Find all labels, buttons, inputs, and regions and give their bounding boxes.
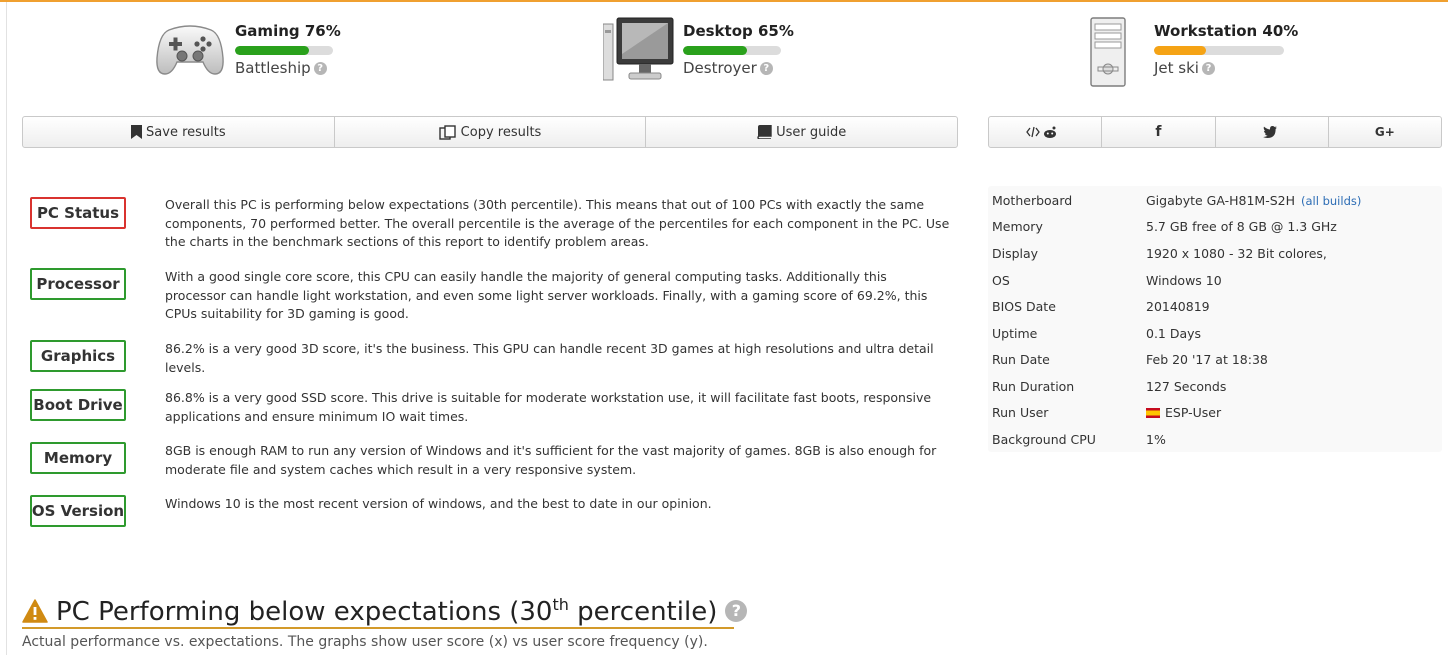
spec-value: Gigabyte GA-H81M-S2H (all builds) xyxy=(1146,193,1361,208)
spec-value: Feb 20 '17 at 18:38 xyxy=(1146,352,1268,367)
copy-results-label: Copy results xyxy=(460,124,542,140)
spec-label: BIOS Date xyxy=(992,299,1056,314)
desktop-score-tile: Desktop 65% Destroyer? xyxy=(603,14,803,94)
spec-label: Background CPU xyxy=(992,432,1096,447)
book-icon xyxy=(757,125,772,139)
all-builds-link[interactable]: (all builds) xyxy=(1301,194,1361,208)
os-version-badge: OS Version xyxy=(30,495,126,527)
spec-value: ESP-User xyxy=(1146,405,1221,420)
user-guide-button[interactable]: User guide xyxy=(646,117,957,147)
share-twitter-button[interactable] xyxy=(1216,117,1329,147)
help-icon[interactable]: ? xyxy=(725,600,748,622)
spec-value: Windows 10 xyxy=(1146,273,1222,288)
memory-description: 8GB is enough RAM to run any version of … xyxy=(165,443,937,477)
processor-badge: Processor xyxy=(30,268,126,300)
gaming-score-tile: Gaming 76% Battleship? xyxy=(155,14,355,94)
memory-badge: Memory xyxy=(30,442,126,474)
pc-status-description: Overall this PC is performing below expe… xyxy=(165,197,950,249)
heading-part-post: percentile) xyxy=(568,597,718,627)
copy-icon xyxy=(438,124,456,140)
graphics-badge: Graphics xyxy=(30,340,126,372)
desktop-nickname: Destroyer? xyxy=(683,59,773,77)
workstation-nickname-label: Jet ski xyxy=(1154,59,1199,77)
spec-label: Run Date xyxy=(992,352,1050,367)
share-gplus-button[interactable]: G+ xyxy=(1329,117,1441,147)
desktop-score-bar-fill xyxy=(683,46,747,55)
spec-label: OS xyxy=(992,273,1010,288)
performance-heading-text: PC Performing below expectations (30th p… xyxy=(56,595,717,627)
desktop-nickname-label: Destroyer xyxy=(683,59,757,77)
twitter-icon xyxy=(1262,126,1277,138)
os-version-description: Windows 10 is the most recent version of… xyxy=(165,496,712,511)
share-facebook-button[interactable]: f xyxy=(1102,117,1216,147)
spec-value: 1920 x 1080 - 32 Bit colores, xyxy=(1146,246,1327,261)
gaming-score-bar xyxy=(235,46,333,55)
spec-label: Motherboard xyxy=(992,193,1073,208)
system-specs-panel: Motherboard Gigabyte GA-H81M-S2H (all bui… xyxy=(988,186,1442,452)
gaming-nickname-label: Battleship xyxy=(235,59,311,77)
results-toolbar: Save results Copy results User guide xyxy=(22,116,958,148)
spec-value: 127 Seconds xyxy=(1146,379,1227,394)
spec-value: 1% xyxy=(1146,432,1166,447)
share-toolbar: f G+ xyxy=(988,116,1442,148)
performance-heading: PC Performing below expectations (30th p… xyxy=(22,594,748,628)
help-icon[interactable]: ? xyxy=(313,62,327,75)
motherboard-value: Gigabyte GA-H81M-S2H xyxy=(1146,193,1296,208)
workstation-nickname: Jet ski? xyxy=(1154,59,1215,77)
desktop-score-label: Desktop 65% xyxy=(683,22,794,40)
workstation-score-bar xyxy=(1154,46,1284,55)
copy-results-button[interactable]: Copy results xyxy=(335,117,647,147)
help-icon[interactable]: ? xyxy=(1201,62,1215,75)
graphics-description: 86.2% is a very good 3D score, it's the … xyxy=(165,341,934,375)
bookmark-icon xyxy=(131,125,143,139)
performance-subtitle: Actual performance vs. expectations. The… xyxy=(22,634,708,650)
gamepad-icon xyxy=(156,25,224,75)
gaming-score-bar-fill xyxy=(235,46,310,55)
desktop-score-bar xyxy=(683,46,781,55)
page-left-border xyxy=(6,2,7,655)
spec-label: Run User xyxy=(992,405,1049,420)
help-icon[interactable]: ? xyxy=(759,62,773,75)
facebook-icon: f xyxy=(1155,124,1162,140)
heading-part-pre: PC Performing below expectations (30 xyxy=(56,597,553,627)
top-accent-bar xyxy=(0,0,1448,2)
workstation-score-bar-fill xyxy=(1154,46,1206,55)
spain-flag-icon xyxy=(1146,408,1160,418)
gaming-score-label: Gaming 76% xyxy=(235,22,341,40)
warning-icon xyxy=(22,599,48,623)
save-results-label: Save results xyxy=(146,124,226,140)
heading-underline xyxy=(22,627,734,629)
run-user-value: ESP-User xyxy=(1165,405,1222,420)
workstation-score-tile: Workstation 40% Jet ski? xyxy=(1088,14,1308,94)
gaming-nickname: Battleship? xyxy=(235,59,327,77)
heading-ordinal-suffix: th xyxy=(552,595,569,614)
processor-description: With a good single core score, this CPU … xyxy=(165,269,928,321)
embed-reddit-icon xyxy=(1026,126,1057,138)
spec-label: Display xyxy=(992,246,1039,261)
workstation-tower-icon xyxy=(1090,17,1126,87)
boot-drive-description: 86.8% is a very good SSD score. This dri… xyxy=(165,390,932,424)
pc-status-badge: PC Status xyxy=(30,197,126,229)
user-guide-label: User guide xyxy=(776,124,847,140)
gplus-icon: G+ xyxy=(1374,125,1395,139)
spec-value: 5.7 GB free of 8 GB @ 1.3 GHz xyxy=(1146,219,1337,234)
workstation-score-label: Workstation 40% xyxy=(1154,22,1299,40)
spec-label: Memory xyxy=(992,219,1043,234)
spec-value: 20140819 xyxy=(1146,299,1210,314)
spec-value: 0.1 Days xyxy=(1146,326,1202,341)
save-results-button[interactable]: Save results xyxy=(23,117,335,147)
desktop-monitor-icon xyxy=(603,17,674,81)
spec-label: Run Duration xyxy=(992,379,1075,394)
share-embed-reddit-button[interactable] xyxy=(989,117,1103,147)
spec-label: Uptime xyxy=(992,326,1038,341)
boot-drive-badge: Boot Drive xyxy=(30,389,126,421)
